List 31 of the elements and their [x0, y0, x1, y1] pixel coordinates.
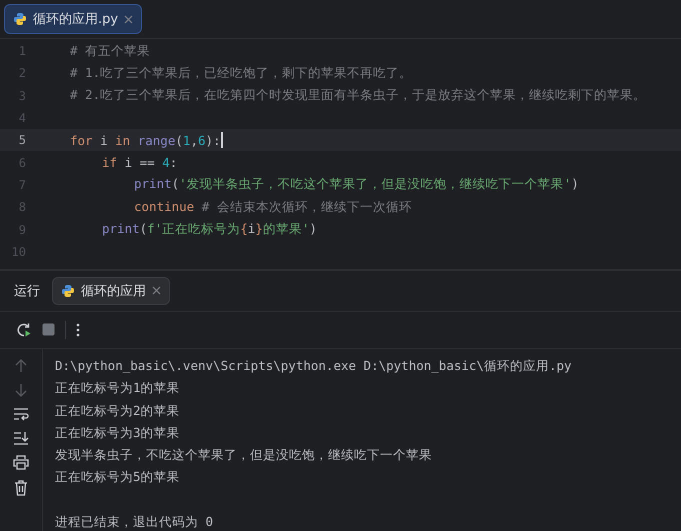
close-icon[interactable] [124, 14, 134, 24]
console-line: 正在吃标号为2的苹果 [55, 402, 181, 420]
more-icon[interactable] [76, 322, 80, 337]
code-line: for i in range(1,6): [70, 132, 221, 148]
code-line: print('发现半条虫子，不吃这个苹果了，但是没吃饱，继续吃下一个苹果') [134, 176, 579, 194]
panel-title: 运行 [14, 282, 40, 300]
exit-message: 进程已结束，退出代码为 0 [55, 513, 214, 531]
trash-icon[interactable] [14, 480, 28, 496]
soft-wrap-icon[interactable] [13, 406, 29, 421]
python-icon [61, 284, 75, 298]
code-line: # 1.吃了三个苹果后，已经吃饱了，剩下的苹果不再吃了。 [70, 64, 412, 82]
text-cursor [220, 132, 223, 148]
code-line: # 2.吃了三个苹果后，在吃第四个时发现里面有半条虫子，于是放弃这个苹果，继续吃剩下的苹果。 [70, 87, 646, 104]
console-line: D:\python_basic\.venv\Scripts\python.exe D:\python_basic\循环的应用.py [55, 356, 572, 375]
run-tab[interactable]: 循环的应用 [52, 276, 170, 305]
console-line: 正在吃标号为1的苹果 [55, 379, 181, 398]
scroll-to-end-icon[interactable] [13, 430, 29, 445]
editor-tab[interactable]: 循环的应用.py [4, 4, 142, 34]
code-line: continue # 会结束本次循环，继续下一次循环 [134, 198, 412, 216]
print-icon[interactable] [13, 454, 29, 470]
code-line: if i == 4: [102, 155, 178, 170]
console-line: 发现半条虫子，不吃这个苹果了，但是没吃饱，继续吃下一个苹果 [55, 446, 433, 464]
console-line: 正在吃标号为3的苹果 [55, 424, 181, 442]
rerun-icon[interactable] [16, 322, 32, 338]
close-icon[interactable] [152, 286, 161, 296]
python-icon [13, 12, 27, 26]
code-line: print(f'正在吃标号为{i}的苹果') [102, 221, 317, 238]
stop-icon[interactable] [42, 323, 55, 336]
code-line: # 有五个苹果 [70, 42, 150, 60]
console-line: 正在吃标号为5的苹果 [55, 468, 181, 486]
line-number: 5 [18, 133, 27, 148]
